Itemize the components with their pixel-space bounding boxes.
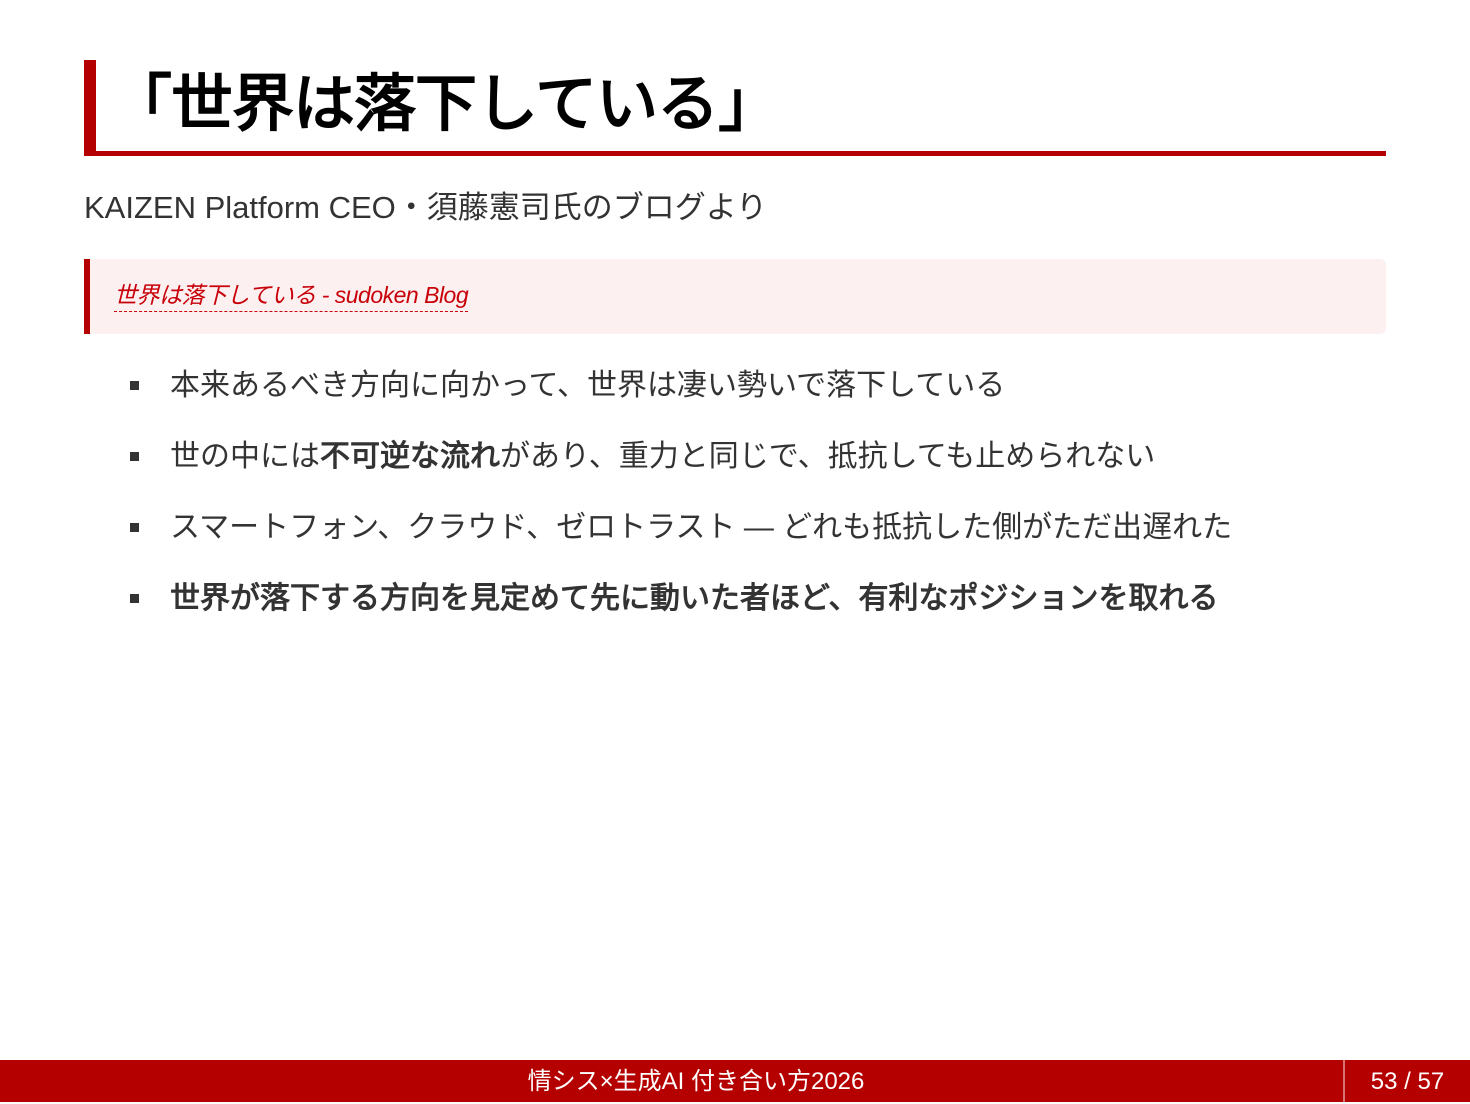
bullet-item: スマートフォン、クラウド、ゼロトラスト — どれも抵抗した側がただ出遅れた: [128, 504, 1232, 575]
bullet-item: 本来あるべき方向に向かって、世界は凄い勢いで落下している: [128, 362, 1232, 433]
bullet-text: スマートフォン、クラウド、ゼロトラスト — どれも抵抗した側がただ出遅れた: [170, 511, 1233, 544]
bullet-text: 本来あるべき方向に向かって、世界は凄い勢いで落下している: [170, 369, 1006, 402]
footer-bar: 情シス×生成AI 付き合い方2026 53 / 57: [0, 1060, 1470, 1102]
blog-link[interactable]: 世界は落下している - sudoken Blog: [114, 279, 469, 312]
bullet-text: 世の中には: [170, 440, 320, 473]
page-indicator: 53 / 57: [1370, 1068, 1445, 1095]
quote-box: 世界は落下している - sudoken Blog: [84, 259, 1386, 334]
bullet-square-icon: [130, 594, 139, 603]
footer-title: 情シス×生成AI 付き合い方2026: [527, 1068, 865, 1095]
bullet-square-icon: [130, 381, 139, 390]
slide: 「世界は落下している」 KAIZEN Platform CEO・須藤憲司氏のブロ…: [0, 0, 1470, 1060]
title-bar: 「世界は落下している」: [84, 60, 1386, 156]
slide-title: 「世界は落下している」: [110, 67, 780, 140]
bullet-square-icon: [130, 523, 139, 532]
bullet-list: 本来あるべき方向に向かって、世界は凄い勢いで落下している 世の中には不可逆な流れ…: [128, 362, 1232, 646]
bullet-emphasis: 世界が落下する方向を見定めて先に動いた者ほど、有利なポジションを取れる: [170, 582, 1219, 615]
bullet-text: があり、重力と同じで、抵抗しても止められない: [500, 440, 1156, 473]
bullet-emphasis: 不可逆な流れ: [320, 440, 500, 473]
slide-subtitle: KAIZEN Platform CEO・須藤憲司氏のブログより: [84, 190, 768, 225]
bullet-item: 世の中には不可逆な流れがあり、重力と同じで、抵抗しても止められない: [128, 433, 1232, 504]
bullet-square-icon: [130, 452, 139, 461]
bullet-item: 世界が落下する方向を見定めて先に動いた者ほど、有利なポジションを取れる: [128, 575, 1232, 646]
